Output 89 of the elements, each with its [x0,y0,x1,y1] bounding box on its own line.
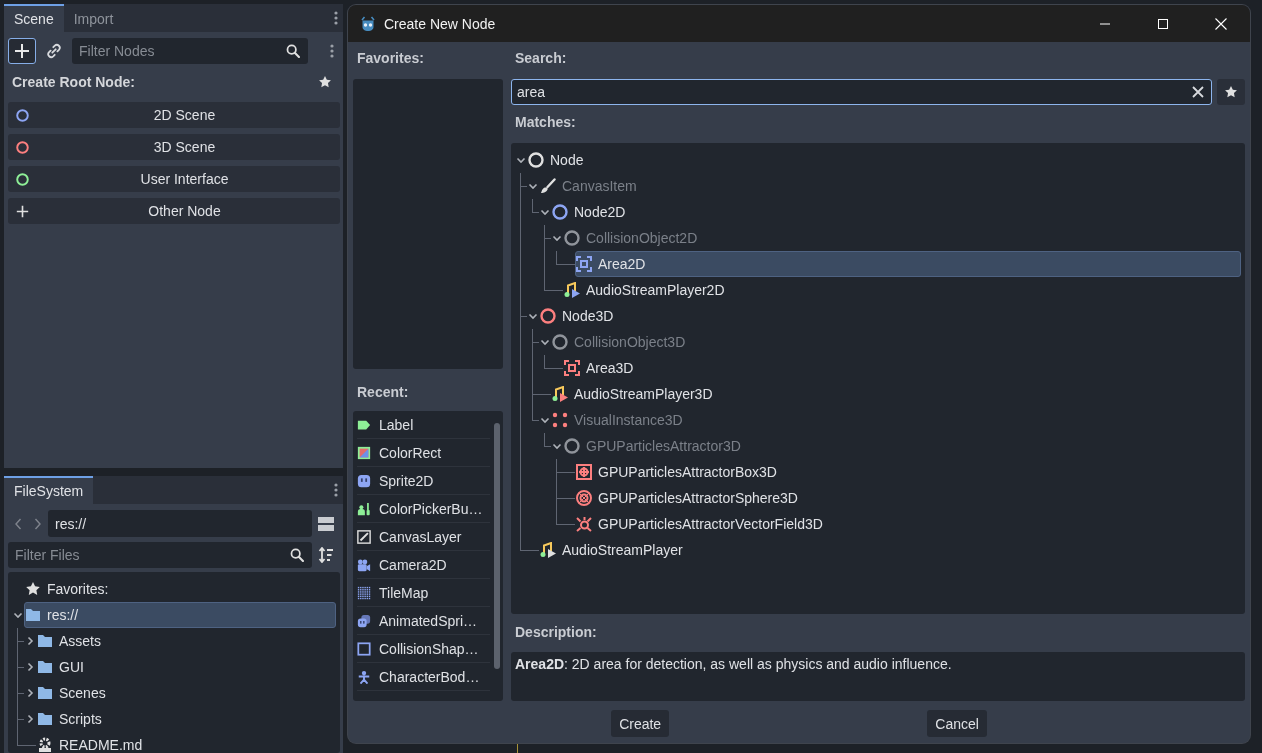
recent-item[interactable]: CollisionShap… [357,635,490,663]
square-icon [357,641,371,656]
caret-right-icon[interactable] [25,714,35,724]
description-text: Area2D: 2D area for detection, as well as physics and audio influence. [515,656,952,672]
caret-down-icon[interactable] [528,311,538,321]
caret-down-icon[interactable] [13,610,23,620]
recent-item[interactable]: Camera2D [357,551,490,579]
file-tree-item[interactable]: Assets [36,628,336,654]
figure-icon [357,669,371,684]
star-icon[interactable] [318,75,332,89]
caret-right-icon[interactable] [25,636,35,646]
folder-icon [37,659,53,675]
folder-icon [37,633,53,649]
create-button[interactable]: Create [611,710,670,737]
more-menu-icon[interactable] [334,483,338,497]
add-node-button[interactable] [8,38,36,64]
music-note-icon [564,282,580,298]
folder-icon [25,607,41,623]
tree-item[interactable]: Node [527,147,1241,173]
section-heading: Create Root Node: [12,74,135,90]
recent-item[interactable]: CanvasLayer [357,523,490,551]
recent-item[interactable]: CharacterBod… [357,663,490,691]
favorite-button[interactable] [1217,79,1245,105]
scrollbar[interactable] [494,423,500,669]
root-node-button[interactable]: Other Node [8,198,340,224]
file-tree-item[interactable]: GUI [36,654,336,680]
color-swatch-icon [357,445,371,460]
maximize-icon [1158,18,1168,29]
folder-icon [37,685,53,701]
recent-item[interactable]: ColorRect [357,439,490,467]
chevron-right-icon[interactable] [34,517,42,530]
tab[interactable]: Scene [4,4,64,32]
file-tree-item[interactable]: Favorites: [24,576,336,602]
tree-item[interactable]: Node3D [539,303,1241,329]
root-node-button[interactable]: 2D Scene [8,102,340,128]
recent-item[interactable]: Label [357,411,490,439]
star-icon [25,581,41,597]
filter-files-field[interactable]: Filter Files [8,542,312,568]
search-icon [290,548,304,562]
recent-item[interactable]: AnimatedSpri… [357,607,490,635]
tab[interactable]: FileSystem [4,476,94,504]
caret-right-icon[interactable] [25,688,35,698]
more-menu-icon[interactable] [330,44,334,58]
caret-right-icon[interactable] [25,662,35,672]
section-label: Recent: [357,383,409,402]
camera-icon [357,557,371,572]
more-menu-icon[interactable] [334,11,338,25]
sort-icon[interactable] [318,547,334,563]
layout-toggle-icon[interactable] [318,515,334,532]
tree-item[interactable]: AudioStreamPlayer [539,537,1241,563]
section-label: Favorites: [357,49,424,68]
section-label: Description: [515,623,597,642]
search-icon [286,44,300,58]
section-label: Matches: [515,113,576,132]
star-icon [1224,85,1238,99]
file-tree-item[interactable]: res:// [24,602,336,628]
search-field[interactable]: area [511,79,1212,105]
file-tree-item[interactable]: Scripts [36,706,336,732]
gear-icon [37,737,53,753]
chevron-left-icon[interactable] [14,517,22,530]
window-title: Create New Node [384,15,496,32]
recent-item[interactable]: ColorPickerBu… [357,495,490,523]
file-tree-item[interactable]: README.md [36,732,336,753]
plus-icon [16,204,29,218]
pencil-square-icon [357,529,371,544]
filter-nodes-field[interactable]: Filter Nodes [72,38,308,64]
robot-head-icon [360,15,376,32]
file-tree-item[interactable]: Scenes [36,680,336,706]
root-node-button[interactable]: User Interface [8,166,340,192]
face-icon [357,473,371,488]
stacked-faces-icon [357,613,371,628]
recent-item[interactable]: Sprite2D [357,467,490,495]
close-icon [1215,17,1227,30]
recent-item[interactable]: TileMap [357,579,490,607]
tab[interactable]: Import [63,4,124,32]
figure-dropper-icon [357,501,371,516]
folder-icon [37,711,53,727]
section-label: Search: [515,49,567,68]
link-icon[interactable] [46,43,62,59]
music-note-icon [540,542,556,558]
root-node-button[interactable]: 3D Scene [8,134,340,160]
clear-icon[interactable] [1192,86,1204,98]
cancel-button[interactable]: Cancel [927,710,987,737]
path-field[interactable]: res:// [48,510,312,537]
caret-down-icon[interactable] [516,155,526,165]
tree-item[interactable]: AudioStreamPlayer3D [551,381,1241,407]
music-note-icon [552,386,568,402]
plus-icon [14,43,30,59]
grid-icon [357,585,371,600]
